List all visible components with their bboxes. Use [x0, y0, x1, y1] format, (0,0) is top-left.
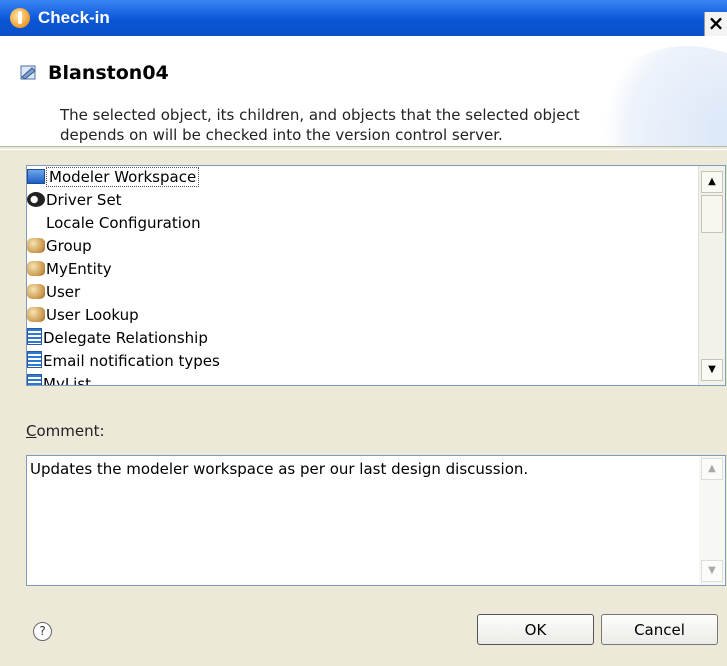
list-item[interactable]: Driver Set — [27, 189, 122, 212]
list-item-label: Modeler Workspace — [46, 167, 200, 187]
dialog-header: Blanston04 The selected object, its chil… — [0, 36, 727, 146]
list-item-label: Locale Configuration — [46, 214, 201, 232]
driver-object-icon — [20, 65, 36, 80]
comment-scroll-up-button[interactable]: ▲ — [701, 458, 723, 480]
list-item[interactable]: User Lookup — [27, 304, 139, 327]
list-item[interactable]: User — [27, 281, 80, 304]
close-button[interactable]: × — [704, 12, 727, 37]
list-item[interactable]: Group — [27, 235, 92, 258]
entity-icon — [27, 238, 45, 253]
entity-icon — [27, 284, 45, 299]
list-scrollbar[interactable]: ▲ ▼ — [698, 166, 725, 385]
blank-icon — [27, 215, 45, 230]
workspace-icon — [27, 169, 45, 184]
list-item-label: MyList — [43, 375, 92, 386]
list-item-label: Email notification types — [43, 352, 220, 370]
list-item[interactable]: Locale Configuration — [27, 212, 201, 235]
app-icon — [10, 8, 30, 28]
list-item-label: User Lookup — [46, 306, 139, 324]
list-item[interactable]: MyList — [27, 373, 92, 386]
driver-set-icon — [27, 192, 45, 207]
list-item[interactable]: Delegate Relationship — [27, 327, 208, 350]
scroll-up-button[interactable]: ▲ — [701, 171, 723, 193]
list-item[interactable]: Email notification types — [27, 350, 220, 373]
list-item-label: MyEntity — [46, 260, 112, 278]
window-title: Check-in — [38, 8, 110, 27]
list-item-label: Driver Set — [46, 191, 122, 209]
list-item[interactable]: Modeler Workspace — [27, 166, 200, 189]
comment-value: Updates the modeler workspace as per our… — [30, 460, 529, 478]
list-icon — [27, 351, 42, 368]
scroll-thumb[interactable] — [701, 195, 723, 233]
header-separator — [0, 146, 727, 150]
list-item-label: Group — [46, 237, 92, 255]
list-icon — [27, 328, 42, 345]
dialog-description: The selected object, its children, and o… — [60, 105, 640, 145]
cancel-button[interactable]: Cancel — [601, 614, 718, 645]
ok-button[interactable]: OK — [477, 614, 594, 645]
comment-field[interactable]: Updates the modeler workspace as per our… — [26, 455, 726, 586]
entity-icon — [27, 307, 45, 322]
list-item-label: User — [46, 283, 81, 301]
comment-label-accelerator: C — [26, 422, 37, 440]
comment-scroll-down-button[interactable]: ▼ — [701, 560, 723, 582]
list-icon — [27, 374, 42, 385]
scroll-down-button[interactable]: ▼ — [701, 359, 723, 381]
help-icon[interactable]: ? — [33, 622, 52, 641]
description-line: The selected object, its children, and o… — [60, 106, 580, 124]
comment-scrollbar[interactable]: ▲ ▼ — [699, 456, 725, 585]
comment-label: Comment: — [26, 422, 105, 440]
description-line: depends on will be checked into the vers… — [60, 126, 503, 144]
comment-label-text: omment: — [36, 422, 105, 440]
entity-icon — [27, 261, 45, 276]
object-name: Blanston04 — [48, 62, 169, 84]
list-item-label: Delegate Relationship — [43, 329, 208, 347]
title-bar: Check-in × — [0, 0, 727, 37]
list-item[interactable]: MyEntity — [27, 258, 112, 281]
object-list[interactable]: Modeler Workspace Driver Set Locale Conf… — [26, 165, 726, 386]
